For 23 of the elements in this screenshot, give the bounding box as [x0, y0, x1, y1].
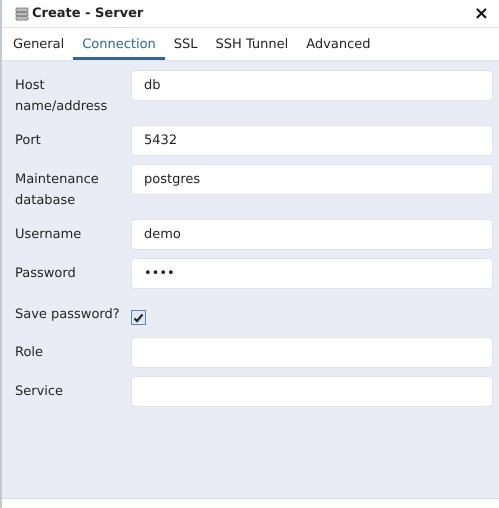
tab[interactable]: General [4, 28, 74, 60]
input-field[interactable] [131, 337, 493, 368]
field-label: Port [15, 132, 42, 150]
field-label: Host name/address [15, 77, 108, 116]
tab[interactable]: SSL [164, 28, 207, 60]
tab[interactable]: Advanced [297, 28, 380, 60]
input-field[interactable] [131, 376, 493, 407]
server-icon [15, 6, 29, 20]
field-label: Maintenance database [15, 171, 100, 210]
field-label: Role [15, 344, 44, 362]
field-label: Username [15, 226, 82, 244]
field-label: Password [15, 265, 77, 283]
input-field[interactable]: db [131, 70, 493, 101]
input-field[interactable]: demo [131, 219, 493, 250]
window-title: Create - Server [32, 6, 144, 21]
input-field[interactable]: •••• [131, 258, 493, 289]
checkbox[interactable] [131, 310, 146, 325]
close-button[interactable]: × [472, 4, 491, 22]
input-field[interactable]: postgres [131, 164, 493, 195]
input-field[interactable]: 5432 [131, 125, 493, 156]
field-label: Save password? [15, 306, 121, 324]
field-label: Service [15, 383, 64, 401]
tab[interactable]: SSH Tunnel [206, 28, 298, 60]
